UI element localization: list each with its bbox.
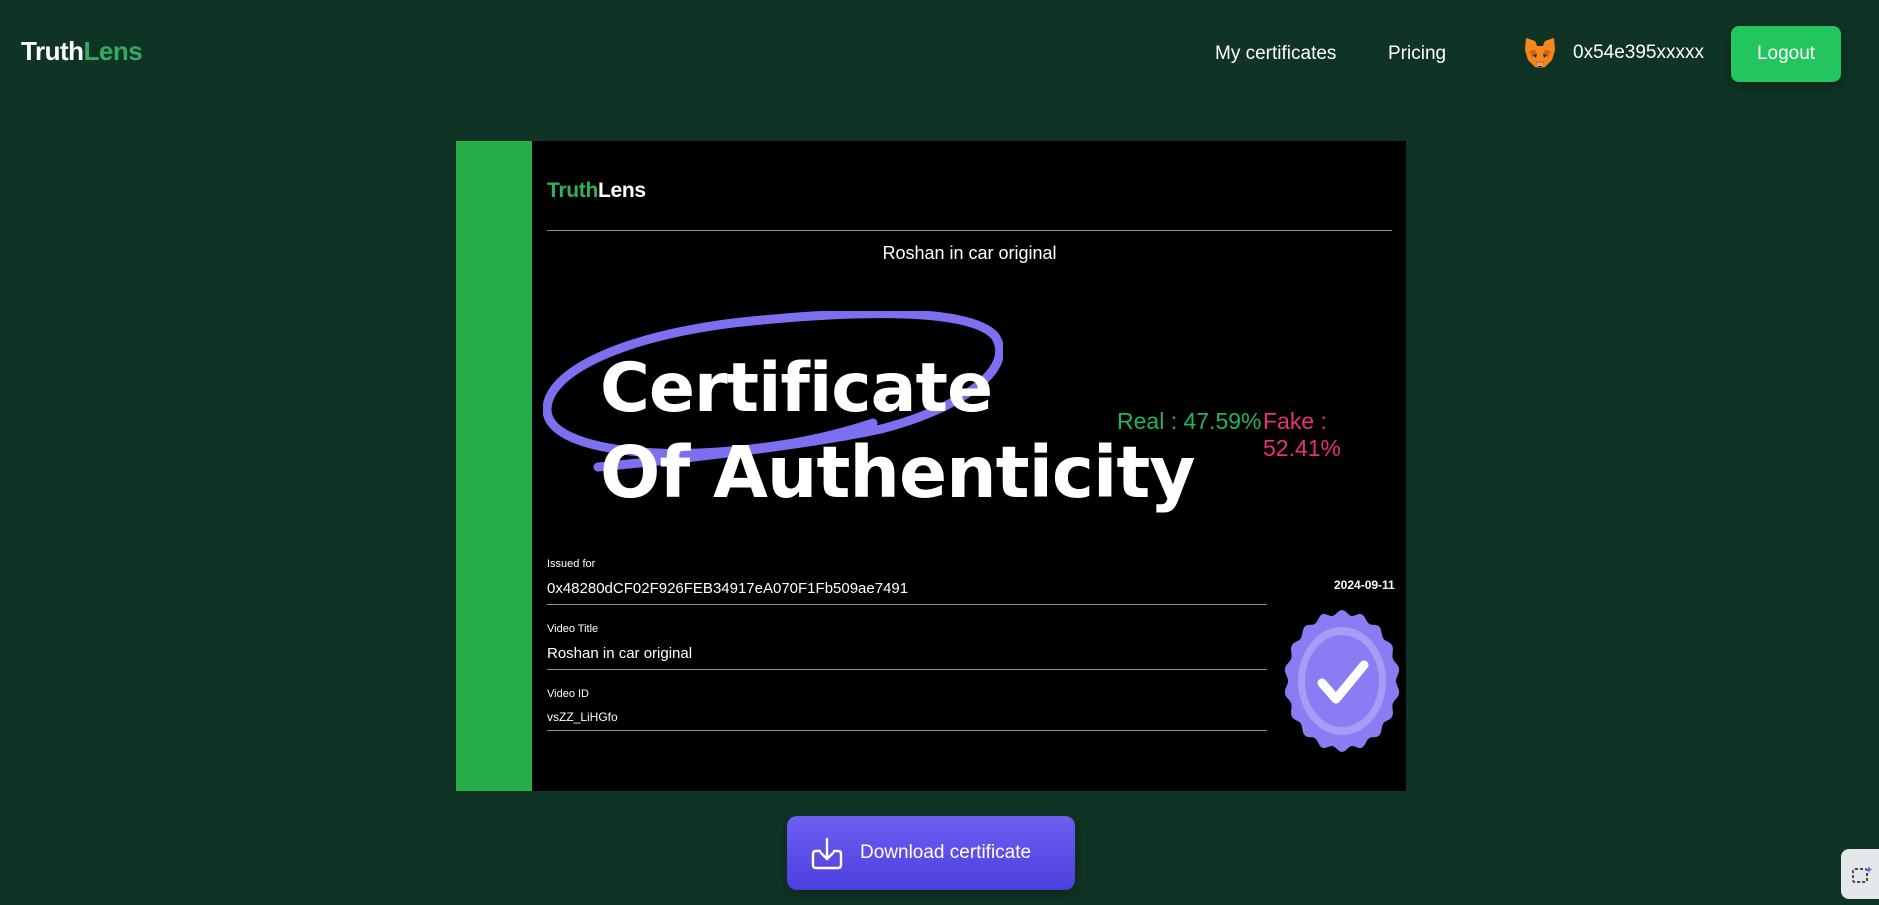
field-divider xyxy=(547,604,1267,605)
logo-truth: Truth xyxy=(21,36,84,66)
logout-button[interactable]: Logout xyxy=(1731,26,1841,82)
floating-widget-button[interactable] xyxy=(1841,849,1879,899)
video-title-value: Roshan in car original xyxy=(547,645,693,662)
metamask-fox-icon xyxy=(1525,38,1555,68)
video-title-label: Video Title xyxy=(547,623,599,635)
app-logo[interactable]: TruthLens xyxy=(21,36,143,67)
selection-frame-icon xyxy=(1852,866,1873,883)
nav-my-certificates[interactable]: My certificates xyxy=(1215,43,1336,65)
field-divider xyxy=(547,669,1267,670)
video-id-label: Video ID xyxy=(547,688,589,700)
certificate-card: TruthLens Roshan in car original Certifi… xyxy=(456,141,1406,791)
certificate-divider xyxy=(547,230,1392,231)
certificate-date: 2024-09-11 xyxy=(1334,578,1395,592)
fake-score: Fake : 52.41% xyxy=(1263,408,1342,461)
certificate-logo-lens: Lens xyxy=(598,179,646,202)
top-navbar: TruthLens My certificates Pricing 0x54e3… xyxy=(0,0,1879,108)
certificate-side-bar xyxy=(456,141,532,791)
certificate-title-line2: Of Authenticity xyxy=(600,431,1196,514)
download-certificate-button[interactable]: Download certificate xyxy=(787,816,1075,890)
nav-pricing[interactable]: Pricing xyxy=(1388,43,1446,65)
field-divider xyxy=(547,730,1267,731)
download-certificate-label: Download certificate xyxy=(860,842,1032,863)
issued-for-label: Issued for xyxy=(547,558,596,570)
logo-lens: Lens xyxy=(83,36,143,66)
download-icon xyxy=(811,837,843,870)
certificate-logo: TruthLens xyxy=(547,179,646,203)
issued-for-value: 0x48280dCF02F926FEB34917eA070F1Fb509ae74… xyxy=(547,580,909,597)
certificate-subject: Roshan in car original xyxy=(882,243,1057,263)
video-id-value: vsZZ_LiHGfo xyxy=(547,710,618,724)
certificate-logo-truth: Truth xyxy=(547,179,598,202)
real-score: Real : 47.59% xyxy=(1117,408,1262,434)
certificate-title-line1: Certificate xyxy=(600,349,993,428)
verified-seal-checkmark-icon xyxy=(1284,610,1400,752)
wallet-address[interactable]: 0x54e395xxxxx xyxy=(1573,42,1704,64)
